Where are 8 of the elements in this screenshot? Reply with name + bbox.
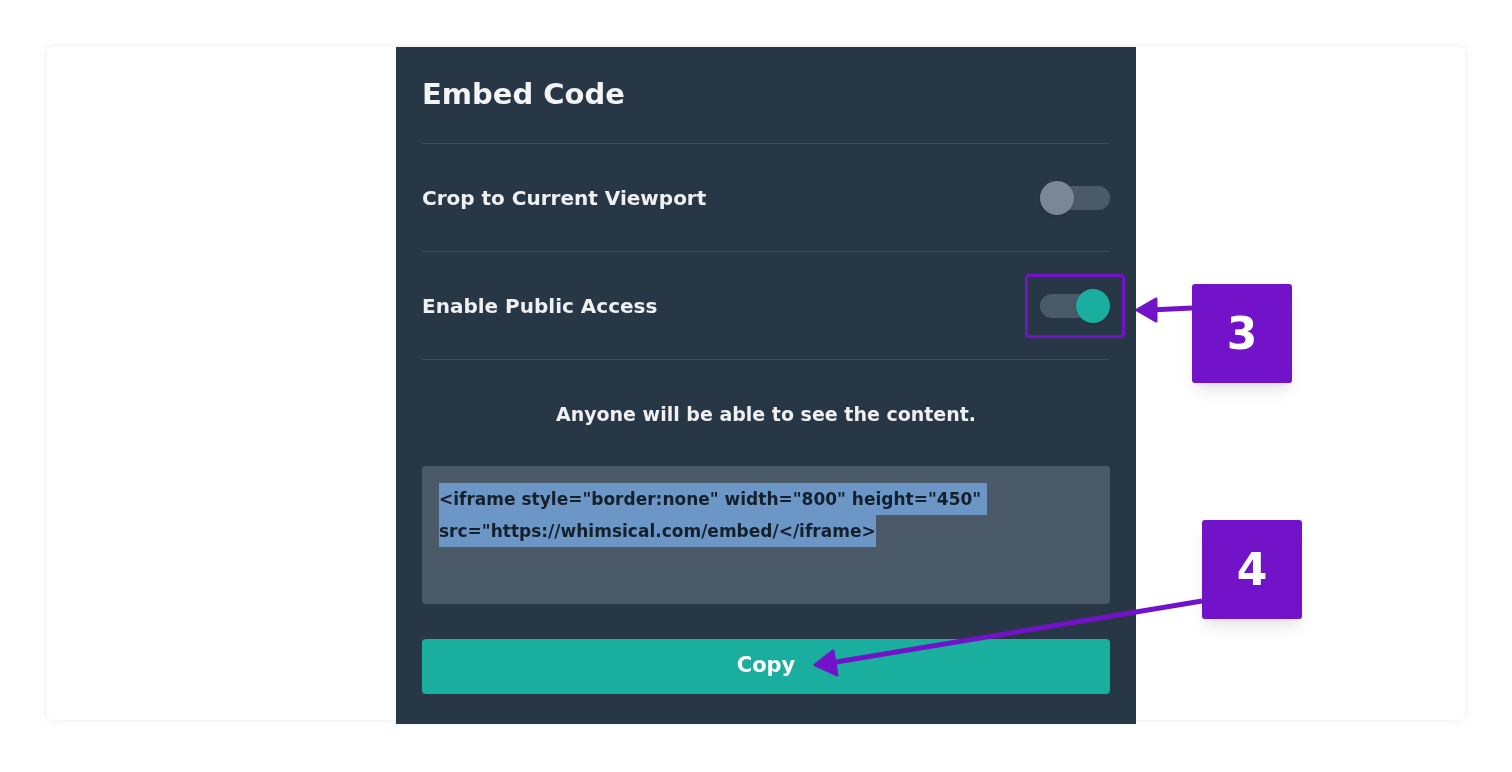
copy-button[interactable]: Copy — [422, 638, 1110, 694]
toggle-label: Crop to Current Viewport — [422, 184, 707, 212]
step-badge: 3 — [1192, 284, 1292, 383]
step-badge: 4 — [1202, 520, 1302, 619]
dialog-title: Embed Code — [422, 76, 626, 114]
code-textarea[interactable]: <iframe style="border:none" width="800" height="450" src="https://whimsical.com/embed/</iframe> — [422, 465, 1110, 604]
toggle-label: Enable Public Access — [422, 292, 658, 320]
notice-text: Anyone will be able to see the content. — [555, 402, 977, 427]
